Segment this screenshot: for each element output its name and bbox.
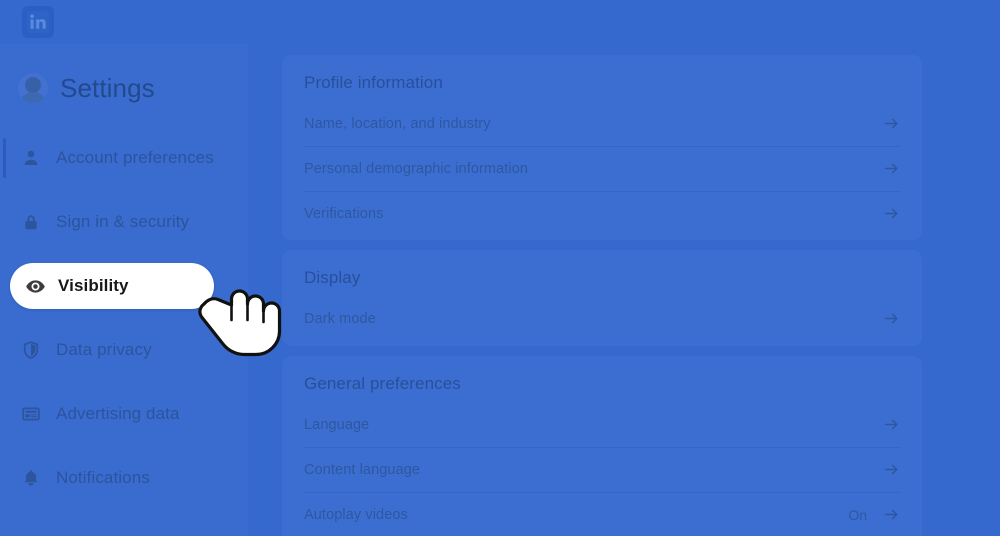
row-value: On [848, 506, 867, 523]
row-right [883, 310, 900, 327]
row-right [883, 115, 900, 132]
sidebar-item-advertising-data[interactable]: Advertising data [0, 382, 248, 446]
sidebar-item-label: Notifications [56, 468, 150, 487]
settings-row-personal-demographic-information[interactable]: Personal demographic information [282, 146, 922, 191]
arrow-right-icon [883, 160, 900, 177]
row-label: Language [304, 416, 370, 433]
arrow-right-icon [883, 115, 900, 132]
page-title: Settings [60, 72, 155, 103]
settings-row-dark-mode[interactable]: Dark mode [282, 296, 922, 341]
settings-row-language[interactable]: Language [282, 402, 922, 447]
shield-icon [18, 337, 44, 363]
sidebar-item-label: Advertising data [56, 404, 180, 423]
card-rows: Dark mode [282, 296, 922, 341]
card-title: Profile information [304, 73, 443, 92]
card-title: General preferences [304, 374, 461, 393]
row-right [883, 205, 900, 222]
sidebar-item-data-privacy[interactable]: Data privacy [0, 318, 248, 382]
sidebar-item-label: Sign in & security [56, 212, 190, 231]
lock-icon [18, 209, 44, 235]
card-general-preferences: General preferences Language Content lan… [282, 356, 922, 536]
row-label: Content language [304, 461, 421, 478]
arrow-right-icon [883, 310, 900, 327]
row-right: On [848, 506, 900, 523]
bell-icon [18, 465, 44, 491]
sidebar-item-label: Account preferences [56, 148, 214, 167]
card-rows: Name, location, and industry Personal de… [282, 101, 922, 236]
person-icon [18, 145, 44, 171]
settings-row-name-location-industry[interactable]: Name, location, and industry [282, 101, 922, 146]
settings-row-content-language[interactable]: Content language [282, 447, 922, 492]
card-rows: Language Content language Autoplay video… [282, 402, 922, 536]
sidebar-item-label: Visibility [58, 276, 129, 295]
row-label: Verifications [304, 205, 384, 222]
sidebar-nav: Account preferences Sign in & security V… [0, 126, 248, 510]
arrow-right-icon [883, 461, 900, 478]
row-right [883, 160, 900, 177]
settings-sidebar: Settings Account preferences Sign in & s… [0, 44, 248, 536]
eye-icon [22, 273, 48, 299]
settings-row-autoplay-videos[interactable]: Autoplay videos On [282, 492, 922, 536]
row-label: Dark mode [304, 310, 376, 327]
sidebar-item-account-preferences[interactable]: Account preferences [0, 126, 248, 190]
linkedin-logo-icon[interactable] [22, 6, 54, 38]
sidebar-header: Settings [0, 62, 248, 114]
avatar-face [25, 77, 41, 93]
top-bar [0, 0, 1000, 44]
card-profile-information: Profile information Name, location, and … [282, 55, 922, 240]
sidebar-item-sign-in-security[interactable]: Sign in & security [0, 190, 248, 254]
sidebar-item-label: Data privacy [56, 340, 152, 359]
row-label: Autoplay videos [304, 506, 408, 523]
row-right [867, 461, 900, 478]
sidebar-item-notifications[interactable]: Notifications [0, 446, 248, 510]
arrow-right-icon [883, 205, 900, 222]
sidebar-item-visibility[interactable]: Visibility [10, 263, 214, 309]
arrow-right-icon [883, 506, 900, 523]
arrow-right-icon [883, 416, 900, 433]
sidebar-item-visibility-slot: Visibility [0, 254, 248, 318]
card-display: Display Dark mode [282, 250, 922, 346]
row-label: Name, location, and industry [304, 115, 491, 132]
settings-main: Profile information Name, location, and … [248, 44, 1000, 536]
avatar-body [19, 92, 47, 103]
settings-row-verifications[interactable]: Verifications [282, 191, 922, 236]
row-right [867, 416, 900, 433]
card-title: Display [304, 268, 361, 287]
billboard-ad-icon [18, 401, 44, 427]
avatar[interactable] [18, 73, 48, 103]
row-label: Personal demographic information [304, 160, 529, 177]
